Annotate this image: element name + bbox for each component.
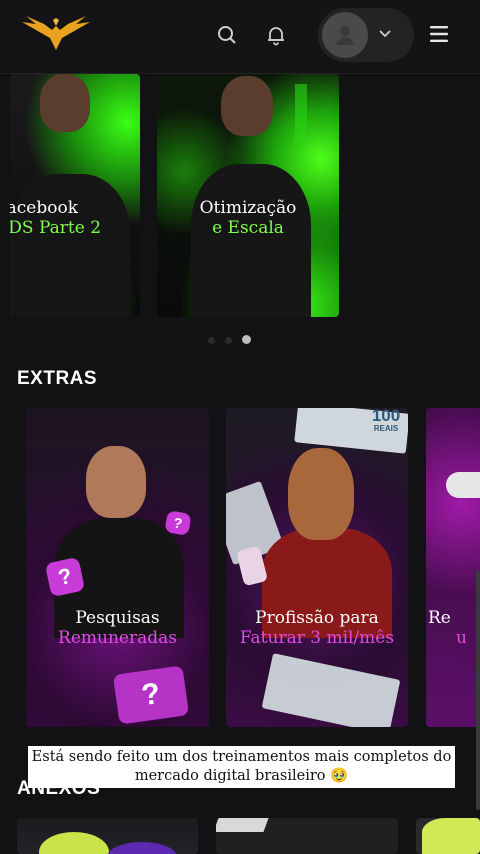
card-image bbox=[422, 818, 480, 854]
money-badge: 100 REAIS bbox=[366, 406, 406, 442]
chevron-down-icon bbox=[379, 30, 391, 38]
caption-line2: mercado digital brasileiro 🥹 bbox=[134, 768, 349, 784]
person-head bbox=[86, 446, 146, 518]
course-card-partial[interactable]: Re u bbox=[426, 408, 480, 727]
card-title-line2: Remuneradas bbox=[58, 628, 177, 648]
card-title: Pesquisas Remuneradas bbox=[26, 608, 209, 648]
card-title-line2: Faturar 3 mil/mês bbox=[239, 628, 395, 648]
carousel-dots bbox=[208, 331, 261, 349]
attachment-card[interactable] bbox=[416, 818, 480, 854]
card-title: Re u bbox=[428, 608, 480, 648]
question-icon: ? bbox=[112, 665, 190, 725]
money-badge-label: REAIS bbox=[373, 424, 399, 433]
card-title-line1: Pesquisas bbox=[75, 608, 160, 628]
eagle-logo[interactable] bbox=[18, 14, 94, 54]
bell-icon[interactable] bbox=[265, 24, 287, 46]
avatar bbox=[322, 12, 368, 58]
card-title-line2: e Escala bbox=[212, 218, 284, 238]
card-title: Profissão para Faturar 3 mil/mês bbox=[226, 608, 408, 648]
section-title-extras: EXTRAS bbox=[17, 368, 98, 389]
person-figure bbox=[191, 164, 311, 317]
money-badge-value: 100 bbox=[371, 406, 401, 425]
menu-icon[interactable] bbox=[428, 25, 450, 43]
carousel-dot-active[interactable] bbox=[242, 335, 251, 344]
person-figure bbox=[10, 174, 130, 317]
scrollbar[interactable] bbox=[476, 570, 480, 810]
card-title-line1: Re bbox=[428, 608, 451, 628]
course-card-facebook-ads[interactable]: Facebook ADS Parte 2 f bbox=[10, 74, 140, 317]
card-image bbox=[216, 818, 269, 832]
course-card-profissao[interactable]: Profissão para Faturar 3 mil/mês bbox=[226, 408, 408, 727]
question-icon: ? bbox=[44, 556, 86, 598]
person-head bbox=[40, 74, 90, 132]
attachment-card[interactable] bbox=[216, 818, 398, 854]
attachment-card[interactable] bbox=[17, 818, 198, 854]
caption-line1: Está sendo feito um dos treinamentos mai… bbox=[31, 749, 452, 765]
person-head bbox=[221, 76, 273, 136]
course-card-otimizacao[interactable]: Otimização e Escala bbox=[157, 74, 339, 317]
card-title-line1: Profissão para bbox=[255, 608, 379, 628]
card-image bbox=[107, 842, 177, 854]
banknote-image bbox=[261, 653, 401, 727]
top-bar bbox=[0, 0, 480, 74]
card-image bbox=[39, 832, 109, 854]
user-icon bbox=[336, 26, 354, 45]
carousel-dot[interactable] bbox=[225, 337, 232, 344]
person-head bbox=[288, 448, 354, 540]
card-title-line1: Facebook bbox=[10, 198, 79, 218]
card-title: Facebook ADS Parte 2 bbox=[10, 198, 126, 238]
search-pill-image bbox=[446, 472, 480, 498]
card-title: Otimização e Escala bbox=[157, 198, 339, 238]
video-caption: Está sendo feito um dos treinamentos mai… bbox=[28, 746, 455, 788]
card-title-line2: ADS Parte 2 bbox=[10, 218, 102, 238]
chart-bar bbox=[295, 84, 307, 144]
search-icon[interactable] bbox=[216, 24, 238, 46]
profile-menu[interactable] bbox=[318, 8, 414, 62]
question-icon: ? bbox=[164, 510, 192, 536]
card-title-line1: Otimização bbox=[199, 198, 297, 218]
course-card-pesquisas[interactable]: ? ? ? Pesquisas Remuneradas bbox=[26, 408, 209, 727]
card-title-line2: u bbox=[456, 628, 467, 648]
carousel-dot[interactable] bbox=[208, 337, 215, 344]
